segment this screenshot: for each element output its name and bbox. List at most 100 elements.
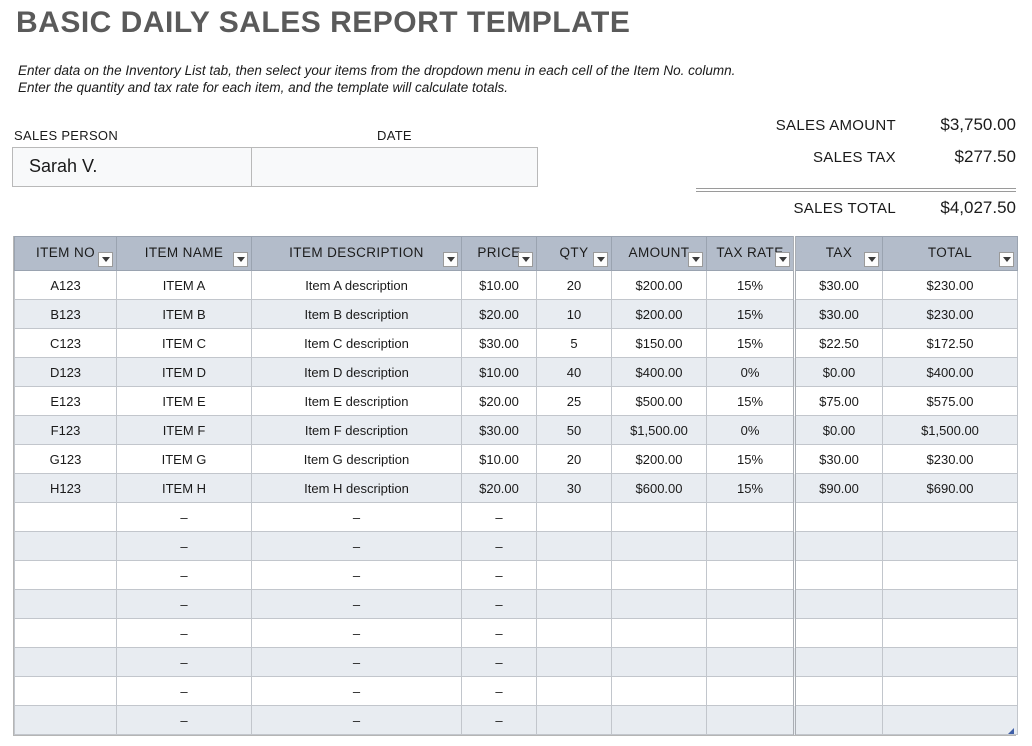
table-cell[interactable]: 15%	[707, 387, 795, 416]
table-cell[interactable]	[707, 619, 795, 648]
table-cell[interactable]: $90.00	[795, 474, 883, 503]
table-cell[interactable]: C123	[15, 329, 117, 358]
table-cell[interactable]: –	[462, 619, 537, 648]
table-cell[interactable]: –	[462, 561, 537, 590]
table-cell[interactable]	[883, 561, 1018, 590]
filter-dropdown-icon[interactable]	[864, 252, 879, 267]
table-cell[interactable]: $400.00	[883, 358, 1018, 387]
table-cell[interactable]	[707, 706, 795, 735]
table-cell[interactable]	[795, 706, 883, 735]
table-cell[interactable]	[537, 532, 612, 561]
table-cell[interactable]: 50	[537, 416, 612, 445]
column-header-price[interactable]: PRICE	[462, 237, 537, 271]
table-cell[interactable]	[707, 677, 795, 706]
table-cell[interactable]: Item E description	[252, 387, 462, 416]
column-header-amount[interactable]: AMOUNT	[612, 237, 707, 271]
table-cell[interactable]: –	[117, 561, 252, 590]
column-header-item-name[interactable]: ITEM NAME	[117, 237, 252, 271]
table-cell[interactable]: 15%	[707, 474, 795, 503]
table-cell[interactable]: ITEM E	[117, 387, 252, 416]
column-header-item-no[interactable]: ITEM NO	[15, 237, 117, 271]
table-cell[interactable]: $230.00	[883, 300, 1018, 329]
table-cell[interactable]	[15, 648, 117, 677]
table-resize-handle[interactable]	[1008, 728, 1014, 734]
table-cell[interactable]	[795, 561, 883, 590]
column-header-qty[interactable]: QTY	[537, 237, 612, 271]
table-cell[interactable]: $30.00	[462, 329, 537, 358]
filter-dropdown-icon[interactable]	[98, 252, 113, 267]
table-cell[interactable]: B123	[15, 300, 117, 329]
column-header-total[interactable]: TOTAL	[883, 237, 1018, 271]
table-cell[interactable]: $0.00	[795, 358, 883, 387]
table-cell[interactable]: –	[117, 677, 252, 706]
table-cell[interactable]: $10.00	[462, 271, 537, 300]
table-cell[interactable]: A123	[15, 271, 117, 300]
table-cell[interactable]	[883, 619, 1018, 648]
date-input[interactable]	[252, 147, 538, 187]
table-cell[interactable]: –	[252, 677, 462, 706]
table-cell[interactable]: $200.00	[612, 271, 707, 300]
table-cell[interactable]: 20	[537, 445, 612, 474]
table-cell[interactable]: ITEM F	[117, 416, 252, 445]
table-cell[interactable]	[883, 648, 1018, 677]
table-cell[interactable]: 20	[537, 271, 612, 300]
table-cell[interactable]: F123	[15, 416, 117, 445]
table-cell[interactable]: $690.00	[883, 474, 1018, 503]
table-cell[interactable]	[795, 532, 883, 561]
table-cell[interactable]: Item B description	[252, 300, 462, 329]
table-cell[interactable]: –	[117, 648, 252, 677]
table-cell[interactable]	[883, 590, 1018, 619]
table-cell[interactable]	[15, 590, 117, 619]
table-cell[interactable]	[707, 590, 795, 619]
filter-dropdown-icon[interactable]	[999, 252, 1014, 267]
table-cell[interactable]	[883, 532, 1018, 561]
table-cell[interactable]: $200.00	[612, 300, 707, 329]
table-cell[interactable]: –	[117, 706, 252, 735]
table-cell[interactable]: $1,500.00	[883, 416, 1018, 445]
table-cell[interactable]: –	[252, 619, 462, 648]
table-cell[interactable]	[883, 503, 1018, 532]
table-cell[interactable]	[707, 561, 795, 590]
table-cell[interactable]: 30	[537, 474, 612, 503]
table-cell[interactable]: $230.00	[883, 271, 1018, 300]
table-cell[interactable]: $10.00	[462, 445, 537, 474]
filter-dropdown-icon[interactable]	[233, 252, 248, 267]
table-cell[interactable]: Item F description	[252, 416, 462, 445]
table-cell[interactable]: 15%	[707, 300, 795, 329]
table-cell[interactable]	[707, 532, 795, 561]
table-cell[interactable]: $30.00	[462, 416, 537, 445]
table-cell[interactable]: –	[252, 561, 462, 590]
table-cell[interactable]: 5	[537, 329, 612, 358]
table-cell[interactable]: D123	[15, 358, 117, 387]
table-cell[interactable]	[537, 590, 612, 619]
table-cell[interactable]: $20.00	[462, 387, 537, 416]
table-cell[interactable]	[612, 532, 707, 561]
table-cell[interactable]	[537, 503, 612, 532]
table-cell[interactable]	[537, 706, 612, 735]
table-cell[interactable]: –	[252, 503, 462, 532]
table-cell[interactable]	[707, 648, 795, 677]
table-cell[interactable]: $75.00	[795, 387, 883, 416]
column-header-tax-rate[interactable]: TAX RATE	[707, 237, 795, 271]
table-cell[interactable]	[15, 561, 117, 590]
table-cell[interactable]: –	[117, 503, 252, 532]
table-cell[interactable]: ITEM G	[117, 445, 252, 474]
table-cell[interactable]: –	[252, 648, 462, 677]
table-cell[interactable]: –	[462, 503, 537, 532]
table-cell[interactable]: $30.00	[795, 300, 883, 329]
table-cell[interactable]: $22.50	[795, 329, 883, 358]
table-cell[interactable]: E123	[15, 387, 117, 416]
filter-dropdown-icon[interactable]	[443, 252, 458, 267]
table-cell[interactable]: $10.00	[462, 358, 537, 387]
column-header-item-description[interactable]: ITEM DESCRIPTION	[252, 237, 462, 271]
table-cell[interactable]: –	[462, 590, 537, 619]
table-cell[interactable]: 40	[537, 358, 612, 387]
filter-dropdown-icon[interactable]	[593, 252, 608, 267]
table-cell[interactable]: $600.00	[612, 474, 707, 503]
table-cell[interactable]: 25	[537, 387, 612, 416]
table-cell[interactable]: $20.00	[462, 300, 537, 329]
filter-dropdown-icon[interactable]	[775, 252, 790, 267]
table-cell[interactable]: $575.00	[883, 387, 1018, 416]
table-cell[interactable]	[795, 677, 883, 706]
table-cell[interactable]	[883, 677, 1018, 706]
